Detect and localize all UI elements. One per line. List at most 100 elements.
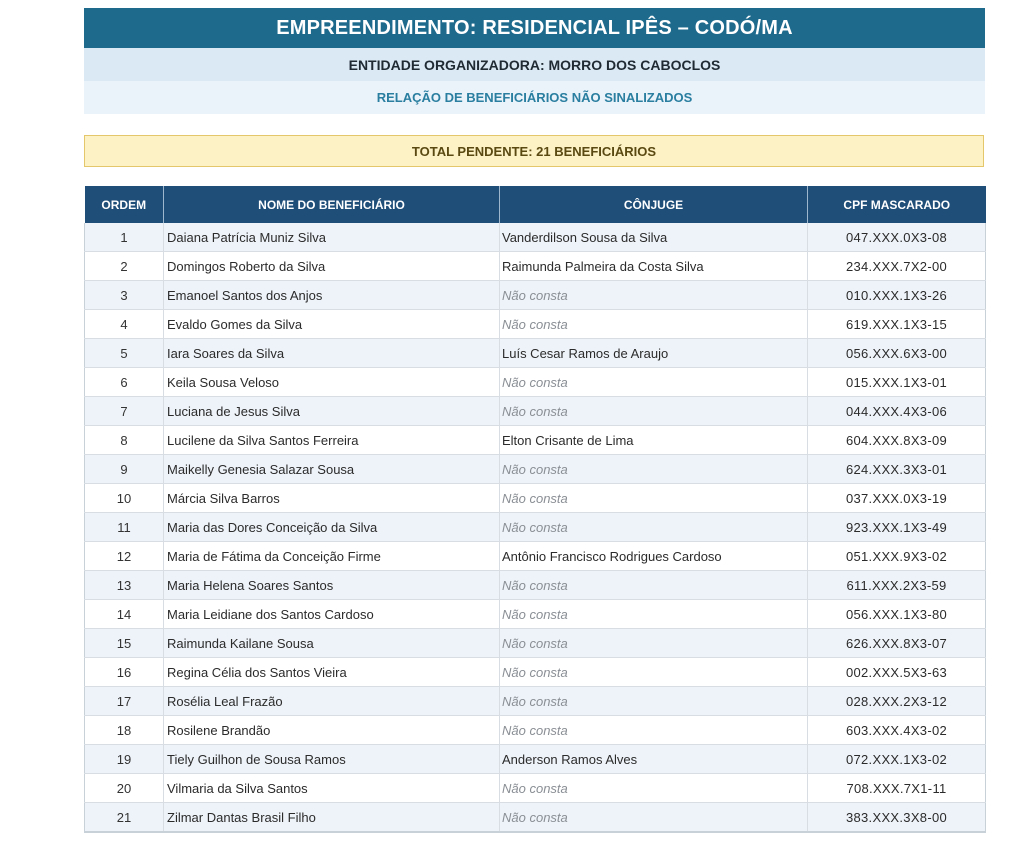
cell-cpf: 015.XXX.1X3-01 bbox=[807, 367, 986, 397]
table-row: 18 Rosilene Brandão Não consta 603.XXX.4X3-… bbox=[84, 715, 986, 745]
cell-nome: Zilmar Dantas Brasil Filho bbox=[163, 802, 500, 833]
cell-conjuge: Vanderdilson Sousa da Silva bbox=[499, 223, 808, 252]
cell-conjuge: Não consta bbox=[499, 483, 808, 513]
cell-ordem: 8 bbox=[84, 425, 164, 455]
cell-nome: Regina Célia dos Santos Vieira bbox=[163, 657, 500, 687]
cell-ordem: 20 bbox=[84, 773, 164, 803]
cell-nome: Maikelly Genesia Salazar Sousa bbox=[163, 454, 500, 484]
cell-ordem: 9 bbox=[84, 454, 164, 484]
cell-conjuge: Não consta bbox=[499, 454, 808, 484]
cell-nome: Raimunda Kailane Sousa bbox=[163, 628, 500, 658]
table-row: 17 Rosélia Leal Frazão Não consta 028.XXX.2… bbox=[84, 686, 986, 716]
cell-conjuge: Não consta bbox=[499, 599, 808, 629]
table-row: 8 Lucilene da Silva Santos Ferreira Elton … bbox=[84, 425, 986, 455]
cell-conjuge: Não consta bbox=[499, 657, 808, 687]
table-row: 19 Tiely Guilhon de Sousa Ramos Anderson R… bbox=[84, 744, 986, 774]
cell-conjuge: Não consta bbox=[499, 773, 808, 803]
cell-nome: Daiana Patrícia Muniz Silva bbox=[163, 223, 500, 252]
table-row: 3 Emanoel Santos dos Anjos Não consta 010.X… bbox=[84, 280, 986, 310]
cell-cpf: 611.XXX.2X3-59 bbox=[807, 570, 986, 600]
cell-cpf: 028.XXX.2X3-12 bbox=[807, 686, 986, 716]
table-row: 2 Domingos Roberto da Silva Raimunda Palme… bbox=[84, 251, 986, 281]
cell-nome: Maria de Fátima da Conceição Firme bbox=[163, 541, 500, 571]
table-row: 14 Maria Leidiane dos Santos Cardoso Não c… bbox=[84, 599, 986, 629]
cell-nome: Tiely Guilhon de Sousa Ramos bbox=[163, 744, 500, 774]
table-row: 4 Evaldo Gomes da Silva Não consta 619.XXX.… bbox=[84, 309, 986, 339]
document-page: EMPREENDIMENTO: RESIDENCIAL IPÊS – CODÓ/… bbox=[0, 0, 1024, 843]
table-row: 20 Vilmaria da Silva Santos Não consta 708.… bbox=[84, 773, 986, 803]
cell-conjuge: Não consta bbox=[499, 570, 808, 600]
table-row: 9 Maikelly Genesia Salazar Sousa Não const… bbox=[84, 454, 986, 484]
cell-conjuge: Não consta bbox=[499, 309, 808, 339]
cell-conjuge: Não consta bbox=[499, 715, 808, 745]
cell-ordem: 10 bbox=[84, 483, 164, 513]
table-row: 11 Maria das Dores Conceição da Silva Não … bbox=[84, 512, 986, 542]
cell-ordem: 17 bbox=[84, 686, 164, 716]
cell-nome: Luciana de Jesus Silva bbox=[163, 396, 500, 426]
cell-nome: Maria das Dores Conceição da Silva bbox=[163, 512, 500, 542]
column-header-conjuge: CÔNJUGE bbox=[499, 186, 808, 223]
column-header-nome: NOME DO BENEFICIÁRIO bbox=[163, 186, 500, 223]
total-pending-box: TOTAL PENDENTE: 21 BENEFICIÁRIOS bbox=[84, 135, 984, 167]
cell-ordem: 16 bbox=[84, 657, 164, 687]
cell-conjuge: Luís Cesar Ramos de Araujo bbox=[499, 338, 808, 368]
table-header-row: ORDEM NOME DO BENEFICIÁRIO CÔNJUGE CPF M… bbox=[84, 186, 986, 223]
cell-ordem: 6 bbox=[84, 367, 164, 397]
cell-ordem: 15 bbox=[84, 628, 164, 658]
cell-cpf: 072.XXX.1X3-02 bbox=[807, 744, 986, 774]
cell-conjuge: Não consta bbox=[499, 686, 808, 716]
cell-conjuge: Anderson Ramos Alves bbox=[499, 744, 808, 774]
cell-cpf: 383.XXX.3X8-00 bbox=[807, 802, 986, 833]
cell-cpf: 626.XXX.8X3-07 bbox=[807, 628, 986, 658]
cell-ordem: 13 bbox=[84, 570, 164, 600]
cell-cpf: 234.XXX.7X2-00 bbox=[807, 251, 986, 281]
cell-cpf: 051.XXX.9X3-02 bbox=[807, 541, 986, 571]
cell-ordem: 19 bbox=[84, 744, 164, 774]
cell-cpf: 056.XXX.1X3-80 bbox=[807, 599, 986, 629]
cell-ordem: 4 bbox=[84, 309, 164, 339]
cell-ordem: 1 bbox=[84, 223, 164, 252]
table-row: 1 Daiana Patrícia Muniz Silva Vanderdilson… bbox=[84, 223, 986, 252]
beneficiaries-table: ORDEM NOME DO BENEFICIÁRIO CÔNJUGE CPF M… bbox=[84, 186, 986, 833]
cell-nome: Keila Sousa Veloso bbox=[163, 367, 500, 397]
table-row: 15 Raimunda Kailane Sousa Não consta 626.XX… bbox=[84, 628, 986, 658]
column-header-cpf: CPF MASCARADO bbox=[807, 186, 986, 223]
cell-cpf: 708.XXX.7X1-11 bbox=[807, 773, 986, 803]
cell-nome: Maria Leidiane dos Santos Cardoso bbox=[163, 599, 500, 629]
cell-cpf: 624.XXX.3X3-01 bbox=[807, 454, 986, 484]
cell-nome: Emanoel Santos dos Anjos bbox=[163, 280, 500, 310]
cell-conjuge: Não consta bbox=[499, 802, 808, 833]
cell-conjuge: Não consta bbox=[499, 396, 808, 426]
cell-cpf: 010.XXX.1X3-26 bbox=[807, 280, 986, 310]
table-row: 5 Iara Soares da Silva Luís Cesar Ramos de… bbox=[84, 338, 986, 368]
cell-nome: Iara Soares da Silva bbox=[163, 338, 500, 368]
cell-conjuge: Elton Crisante de Lima bbox=[499, 425, 808, 455]
header-block: EMPREENDIMENTO: RESIDENCIAL IPÊS – CODÓ/… bbox=[84, 8, 985, 114]
entity-label: ENTIDADE ORGANIZADORA: MORRO DOS CABOCLO… bbox=[84, 48, 985, 81]
cell-conjuge: Não consta bbox=[499, 512, 808, 542]
cell-ordem: 18 bbox=[84, 715, 164, 745]
cell-cpf: 002.XXX.5X3-63 bbox=[807, 657, 986, 687]
cell-cpf: 047.XXX.0X3-08 bbox=[807, 223, 986, 252]
cell-ordem: 7 bbox=[84, 396, 164, 426]
table-row: 21 Zilmar Dantas Brasil Filho Não consta 38… bbox=[84, 802, 986, 833]
cell-ordem: 14 bbox=[84, 599, 164, 629]
cell-cpf: 619.XXX.1X3-15 bbox=[807, 309, 986, 339]
cell-cpf: 604.XXX.8X3-09 bbox=[807, 425, 986, 455]
cell-cpf: 056.XXX.6X3-00 bbox=[807, 338, 986, 368]
page-title: EMPREENDIMENTO: RESIDENCIAL IPÊS – CODÓ/… bbox=[84, 8, 985, 48]
cell-cpf: 603.XXX.4X3-02 bbox=[807, 715, 986, 745]
cell-nome: Evaldo Gomes da Silva bbox=[163, 309, 500, 339]
cell-cpf: 044.XXX.4X3-06 bbox=[807, 396, 986, 426]
cell-cpf: 037.XXX.0X3-19 bbox=[807, 483, 986, 513]
cell-nome: Rosélia Leal Frazão bbox=[163, 686, 500, 716]
table-row: 16 Regina Célia dos Santos Vieira Não cons… bbox=[84, 657, 986, 687]
cell-conjuge: Não consta bbox=[499, 628, 808, 658]
cell-conjuge: Não consta bbox=[499, 367, 808, 397]
cell-nome: Vilmaria da Silva Santos bbox=[163, 773, 500, 803]
cell-nome: Maria Helena Soares Santos bbox=[163, 570, 500, 600]
table-row: 12 Maria de Fátima da Conceição Firme Antô… bbox=[84, 541, 986, 571]
report-subtitle: RELAÇÃO DE BENEFICIÁRIOS NÃO SINALIZADOS bbox=[84, 81, 985, 114]
cell-conjuge: Raimunda Palmeira da Costa Silva bbox=[499, 251, 808, 281]
cell-nome: Rosilene Brandão bbox=[163, 715, 500, 745]
